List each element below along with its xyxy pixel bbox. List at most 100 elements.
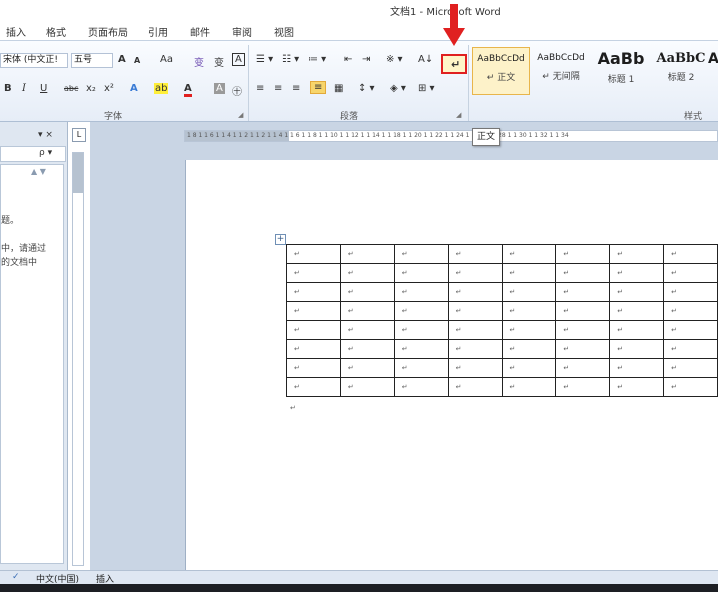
table-cell[interactable]: ↵ — [555, 377, 611, 397]
table-cell[interactable]: ↵ — [555, 358, 611, 378]
tab-view[interactable]: 视图 — [274, 24, 294, 39]
table-cell[interactable]: ↵ — [447, 339, 503, 359]
increase-indent-icon[interactable]: ⇥ — [362, 54, 370, 65]
table-cell[interactable]: ↵ — [286, 339, 341, 359]
style-heading-1[interactable]: AaBb 标题 1 — [592, 47, 650, 95]
style-heading-2[interactable]: AaBbC 标题 2 — [652, 47, 710, 95]
table-cell[interactable]: ↵ — [286, 301, 341, 321]
table-cell[interactable]: ↵ — [447, 358, 503, 378]
style-no-spacing[interactable]: AaBbCcDd ↵ 无间隔 — [532, 47, 590, 95]
character-shading-button[interactable]: A — [214, 83, 225, 94]
table-cell[interactable]: ↵ — [663, 244, 718, 264]
table-cell[interactable]: ↵ — [663, 339, 718, 359]
table-cell[interactable]: ↵ — [501, 358, 557, 378]
table-cell[interactable]: ↵ — [609, 263, 665, 283]
table-cell[interactable]: ↵ — [501, 244, 557, 264]
multilevel-list-icon[interactable]: ≔ ▾ — [308, 54, 326, 65]
table-cell[interactable]: ↵ — [286, 282, 341, 302]
tab-page-layout[interactable]: 页面布局 — [88, 24, 128, 39]
table-cell[interactable]: ↵ — [501, 301, 557, 321]
scroll-arrows-icon[interactable]: ▲ ▼ — [31, 167, 46, 176]
table-cell[interactable]: ↵ — [286, 263, 341, 283]
table-cell[interactable]: ↵ — [609, 358, 665, 378]
navigation-search-input[interactable]: ρ ▾ — [0, 146, 66, 162]
table-cell[interactable]: ↵ — [286, 377, 341, 397]
align-left-icon[interactable]: ≡ — [256, 83, 264, 94]
table-cell[interactable]: ↵ — [663, 377, 718, 397]
shading-icon[interactable]: ◈ ▾ — [390, 83, 406, 94]
table-cell[interactable]: ↵ — [339, 377, 395, 397]
table-cell[interactable]: ↵ — [339, 339, 395, 359]
numbering-icon[interactable]: ☷ ▾ — [282, 54, 299, 65]
tab-selector-button[interactable]: L — [72, 128, 86, 142]
table-cell[interactable]: ↵ — [286, 244, 341, 264]
table-cell[interactable]: ↵ — [501, 263, 557, 283]
table-cell[interactable]: ↵ — [393, 377, 449, 397]
distributed-icon[interactable]: ▦ — [334, 83, 343, 94]
align-right-icon[interactable]: ≡ — [292, 83, 300, 94]
table-cell[interactable]: ↵ — [663, 301, 718, 321]
bullets-icon[interactable]: ☰ ▾ — [256, 54, 273, 65]
character-border-button[interactable]: A — [232, 53, 245, 66]
table-cell[interactable]: ↵ — [447, 377, 503, 397]
sort-icon[interactable]: A↓ — [418, 54, 433, 65]
table-cell[interactable]: ↵ — [447, 320, 503, 340]
table-cell[interactable]: ↵ — [447, 263, 503, 283]
document-table[interactable]: ↵ ↵ ↵ ↵ ↵ ↵ ↵ ↵ ↵ ↵ ↵ ↵ ↵ ↵ ↵ ↵ ↵ ↵ ↵ ↵ ↵ ↵ ↵ ↵ ↵ ↵ ↵ ↵ ↵ ↵ ↵ ↵ ↵ ↵ ↵ ↵ ↵ ↵ ↵ ↵… — [286, 244, 718, 397]
table-cell[interactable]: ↵ — [339, 263, 395, 283]
table-cell[interactable]: ↵ — [609, 320, 665, 340]
shrink-font-button[interactable]: A — [134, 56, 140, 65]
horizontal-ruler[interactable]: 1 8 1 1 6 1 1 4 1 1 2 1 1 2 1 1 4 1 1 6 … — [184, 130, 718, 142]
search-icon[interactable]: ρ ▾ — [39, 148, 52, 158]
table-cell[interactable]: ↵ — [339, 244, 395, 264]
tab-mailings[interactable]: 邮件 — [190, 24, 210, 39]
table-cell[interactable]: ↵ — [447, 282, 503, 302]
phonetic-guide-button[interactable]: 变 — [194, 54, 204, 69]
table-cell[interactable]: ↵ — [501, 282, 557, 302]
style-title[interactable]: A — [708, 47, 718, 95]
table-cell[interactable]: ↵ — [555, 301, 611, 321]
table-cell[interactable]: ↵ — [663, 263, 718, 283]
table-cell[interactable]: ↵ — [609, 301, 665, 321]
table-cell[interactable]: ↵ — [609, 244, 665, 264]
text-highlight-button[interactable]: ab — [154, 83, 169, 94]
table-cell[interactable]: ↵ — [501, 320, 557, 340]
table-cell[interactable]: ↵ — [393, 339, 449, 359]
font-color-button[interactable]: A — [184, 83, 192, 97]
italic-button[interactable]: I — [22, 83, 26, 94]
navigation-close-button[interactable]: ▾ × — [38, 130, 53, 140]
table-cell[interactable]: ↵ — [393, 301, 449, 321]
table-cell[interactable]: ↵ — [286, 358, 341, 378]
subscript-button[interactable]: x₂ — [86, 83, 96, 94]
borders-icon[interactable]: ⊞ ▾ — [418, 83, 435, 94]
table-cell[interactable]: ↵ — [609, 339, 665, 359]
table-cell[interactable]: ↵ — [339, 358, 395, 378]
table-cell[interactable]: ↵ — [447, 244, 503, 264]
proofing-icon[interactable]: ✓ — [12, 572, 20, 582]
table-cell[interactable]: ↵ — [663, 320, 718, 340]
align-center-icon[interactable]: ≡ — [274, 83, 282, 94]
font-dialog-launcher-icon[interactable]: ◢ — [238, 111, 243, 119]
table-cell[interactable]: ↵ — [663, 358, 718, 378]
chinese-layout-icon[interactable]: ※ ▾ — [386, 54, 403, 65]
change-case-button[interactable]: Aa — [160, 54, 173, 65]
table-cell[interactable]: ↵ — [339, 282, 395, 302]
strikethrough-button[interactable]: abc — [64, 84, 78, 93]
line-spacing-icon[interactable]: ↕ ▾ — [358, 83, 375, 94]
tab-references[interactable]: 引用 — [148, 24, 168, 39]
tab-review[interactable]: 审阅 — [232, 24, 252, 39]
underline-button[interactable]: U — [40, 83, 47, 94]
table-cell[interactable]: ↵ — [609, 377, 665, 397]
table-cell[interactable]: ↵ — [555, 339, 611, 359]
table-cell[interactable]: ↵ — [609, 282, 665, 302]
style-normal[interactable]: AaBbCcDd ↵ 正文 — [472, 47, 530, 95]
phonetic-guide-button-2[interactable]: 变 — [214, 54, 224, 69]
decrease-indent-icon[interactable]: ⇤ — [344, 54, 352, 65]
table-cell[interactable]: ↵ — [447, 301, 503, 321]
grow-font-button[interactable]: A — [118, 54, 126, 65]
table-cell[interactable]: ↵ — [393, 358, 449, 378]
text-effects-button[interactable]: A — [130, 83, 138, 94]
font-size-combo[interactable]: 五号 — [71, 53, 113, 68]
table-cell[interactable]: ↵ — [393, 320, 449, 340]
table-cell[interactable]: ↵ — [555, 244, 611, 264]
